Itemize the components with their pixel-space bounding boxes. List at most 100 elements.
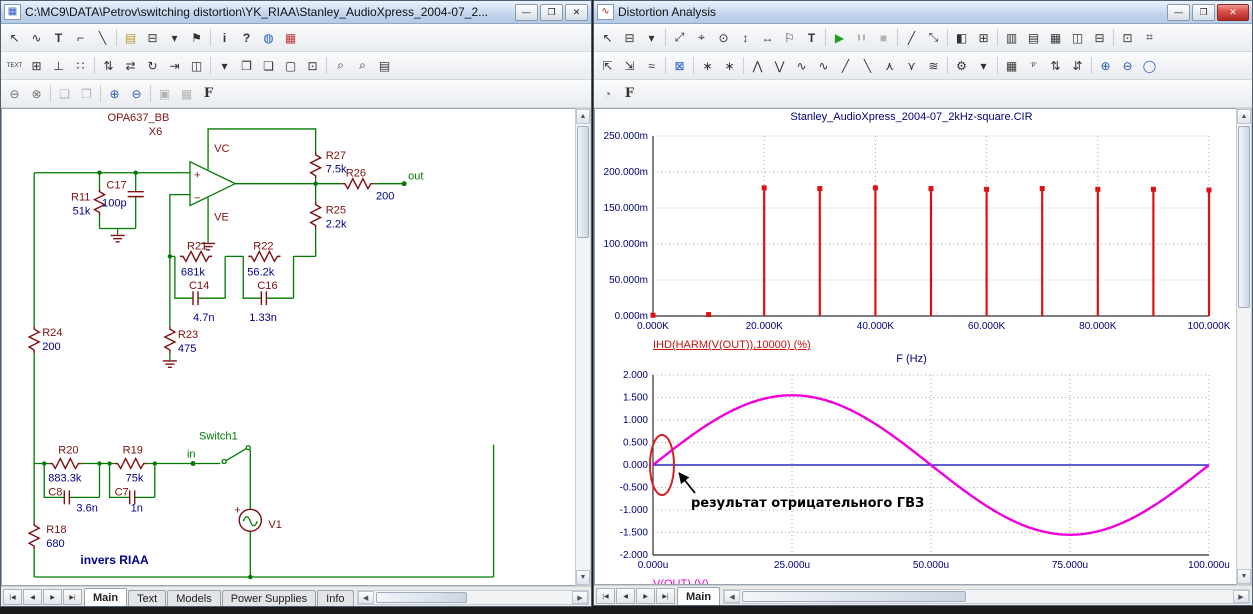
limit-scale-icon[interactable]: ⇱ [597, 56, 618, 76]
component-picker-icon[interactable]: ⊟ [619, 28, 640, 48]
mirror-icon[interactable]: ◫ [186, 56, 207, 76]
schematic-vertical-scrollbar[interactable]: ▲ ▼ [575, 108, 591, 586]
stop-icon[interactable]: ■ [873, 28, 894, 48]
ortho-wire-icon[interactable]: ⌐ [70, 28, 91, 48]
scroll-track[interactable] [1237, 124, 1251, 569]
restore-scale-icon[interactable]: ≈ [641, 56, 662, 76]
flip-vertical-icon[interactable]: ⇅ [98, 56, 119, 76]
zoom-region-icon[interactable]: ⊡ [302, 56, 323, 76]
scroll-down-button[interactable]: ▼ [1237, 569, 1251, 584]
flag-icon[interactable]: ⚑ [186, 28, 207, 48]
first-tab-button[interactable]: |◀ [596, 588, 615, 604]
schematic-drawing[interactable]: + − [2, 109, 575, 585]
animate-circle-icon[interactable]: ◔ [597, 84, 618, 104]
fall-edge-icon[interactable]: ╲ [857, 56, 878, 76]
grid-text-icon[interactable]: ∷ [70, 56, 91, 76]
step-box-icon[interactable]: ⇥ [164, 56, 185, 76]
maximize-button[interactable]: ❐ [1192, 4, 1215, 21]
run-icon[interactable]: ▶ [829, 28, 850, 48]
harmonics-chart[interactable]: 0.000K20.000K40.000K60.000K80.000K100.00… [599, 126, 1231, 334]
global-low-icon[interactable]: ⋎ [901, 56, 922, 76]
picture-view-icon[interactable]: ▣ [154, 84, 175, 104]
last-tab-button[interactable]: ▶| [656, 588, 675, 604]
picker-dropdown-icon[interactable]: ▾ [641, 28, 662, 48]
single-window-icon[interactable]: ⊡ [1117, 28, 1138, 48]
schematic-horizontal-scrollbar[interactable]: ◀ ▶ [357, 590, 589, 605]
picker-dropdown-icon[interactable]: ▾ [164, 28, 185, 48]
ruler-horizontal-icon[interactable]: ▥ [1001, 28, 1022, 48]
rise-edge-icon[interactable]: ╱ [835, 56, 856, 76]
point-tag-icon[interactable]: ⊙ [713, 28, 734, 48]
font-icon[interactable]: F [619, 84, 640, 104]
next-tab-button[interactable]: ▶ [636, 588, 655, 604]
tab-main[interactable]: Main [677, 587, 720, 605]
cursor-left-icon[interactable]: ∗ [697, 56, 718, 76]
analysis-horizontal-scrollbar[interactable]: ◀ ▶ [723, 589, 1250, 604]
model-list-icon[interactable]: ▤ [374, 56, 395, 76]
analysis-vertical-scrollbar[interactable]: ▲ ▼ [1236, 108, 1252, 585]
pan-up-icon[interactable]: ⇅ [1045, 56, 1066, 76]
annotation-group[interactable]: результат отрицательного ГВЗ [650, 435, 924, 511]
select-region-icon[interactable]: ▢ [280, 56, 301, 76]
zoom-in-icon[interactable]: ⊕ [1095, 56, 1116, 76]
ruler-vertical-icon[interactable]: ▤ [1023, 28, 1044, 48]
scroll-right-button[interactable]: ▶ [572, 591, 588, 604]
scroll-left-button[interactable]: ◀ [724, 590, 740, 603]
send-back-icon[interactable]: ❐ [236, 56, 257, 76]
font-icon[interactable]: F [198, 84, 219, 104]
series-label-vout[interactable]: V(OUT) (V) [653, 578, 1236, 585]
scroll-thumb[interactable] [376, 592, 467, 603]
numeric-output-icon[interactable]: ▦ [1001, 56, 1022, 76]
scroll-track[interactable] [576, 124, 590, 570]
find-repeat-icon[interactable]: ⌕ [352, 56, 373, 76]
scroll-thumb[interactable] [742, 591, 966, 602]
waveform-options-icon[interactable]: ⚙ [951, 56, 972, 76]
minimize-button[interactable]: — [515, 4, 538, 21]
flip-horizontal-icon[interactable]: ⇄ [120, 56, 141, 76]
pan-down-icon[interactable]: ⇵ [1067, 56, 1088, 76]
pause-icon[interactable]: ❚❚ [851, 28, 872, 48]
data-points-icon[interactable]: ⊞ [973, 28, 994, 48]
stop-circle-icon[interactable]: ⊖ [4, 84, 25, 104]
grid-view-icon[interactable]: ▦ [176, 84, 197, 104]
close-button[interactable]: ✕ [565, 4, 588, 21]
tab-text[interactable]: Text [128, 590, 166, 606]
select-mode-icon[interactable]: ↖ [4, 28, 25, 48]
schematic-titlebar[interactable]: ▦ C:\MC9\DATA\Petrov\switching distortio… [1, 1, 591, 24]
tab-info[interactable]: Info [317, 590, 353, 606]
plot-area[interactable]: Stanley_AudioXpress_2004-07_2kHz-square.… [594, 108, 1236, 585]
split-horizontal-icon[interactable]: ◫ [1067, 28, 1088, 48]
bring-front-icon[interactable]: ❏ [258, 56, 279, 76]
pin-marker-icon[interactable]: ⊥ [48, 56, 69, 76]
options-dropdown-icon[interactable]: ▾ [973, 56, 994, 76]
help-mode-icon[interactable]: ? [236, 28, 257, 48]
valley-icon[interactable]: ⋁ [769, 56, 790, 76]
tab-power-supplies[interactable]: Power Supplies [222, 590, 316, 606]
line-draw-icon[interactable]: ╱ [901, 28, 922, 48]
text-mode-icon[interactable]: T [48, 28, 69, 48]
note-icon[interactable]: ▤ [120, 28, 141, 48]
split-vertical-icon[interactable]: ⊟ [1089, 28, 1110, 48]
info-mode-icon[interactable]: i [214, 28, 235, 48]
color-swatch-icon[interactable]: ▦ [280, 28, 301, 48]
periodic-steady-state-icon[interactable]: 'P' [1023, 56, 1044, 76]
tab-models[interactable]: Models [167, 590, 220, 606]
scroll-up-button[interactable]: ▲ [576, 109, 590, 124]
zoom-fit-icon[interactable]: ◯ [1139, 56, 1160, 76]
fft-window-icon[interactable]: ⊠ [669, 56, 690, 76]
horizontal-tag-icon[interactable]: ↔ [757, 28, 778, 48]
scroll-track[interactable] [740, 590, 1233, 603]
scale-mode-icon[interactable]: ⤢ [669, 28, 690, 48]
find-icon[interactable]: ⌕ [330, 56, 351, 76]
text-mode-icon[interactable]: T [801, 28, 822, 48]
close-button[interactable]: ✕ [1217, 4, 1249, 21]
peak-icon[interactable]: ⋀ [747, 56, 768, 76]
cursor-lines-icon[interactable]: ⌗ [1139, 28, 1160, 48]
series-label-ihd[interactable]: IHD(HARM(V(OUT)),10000) (%) [653, 339, 1236, 353]
vertical-tag-icon[interactable]: ↕ [735, 28, 756, 48]
tab-main[interactable]: Main [84, 588, 127, 606]
browser-icon[interactable]: ◍ [258, 28, 279, 48]
wave-up-icon[interactable]: ∿ [791, 56, 812, 76]
next-tab-button[interactable]: ▶ [43, 589, 62, 605]
copy-back-icon[interactable]: ❐ [76, 84, 97, 104]
